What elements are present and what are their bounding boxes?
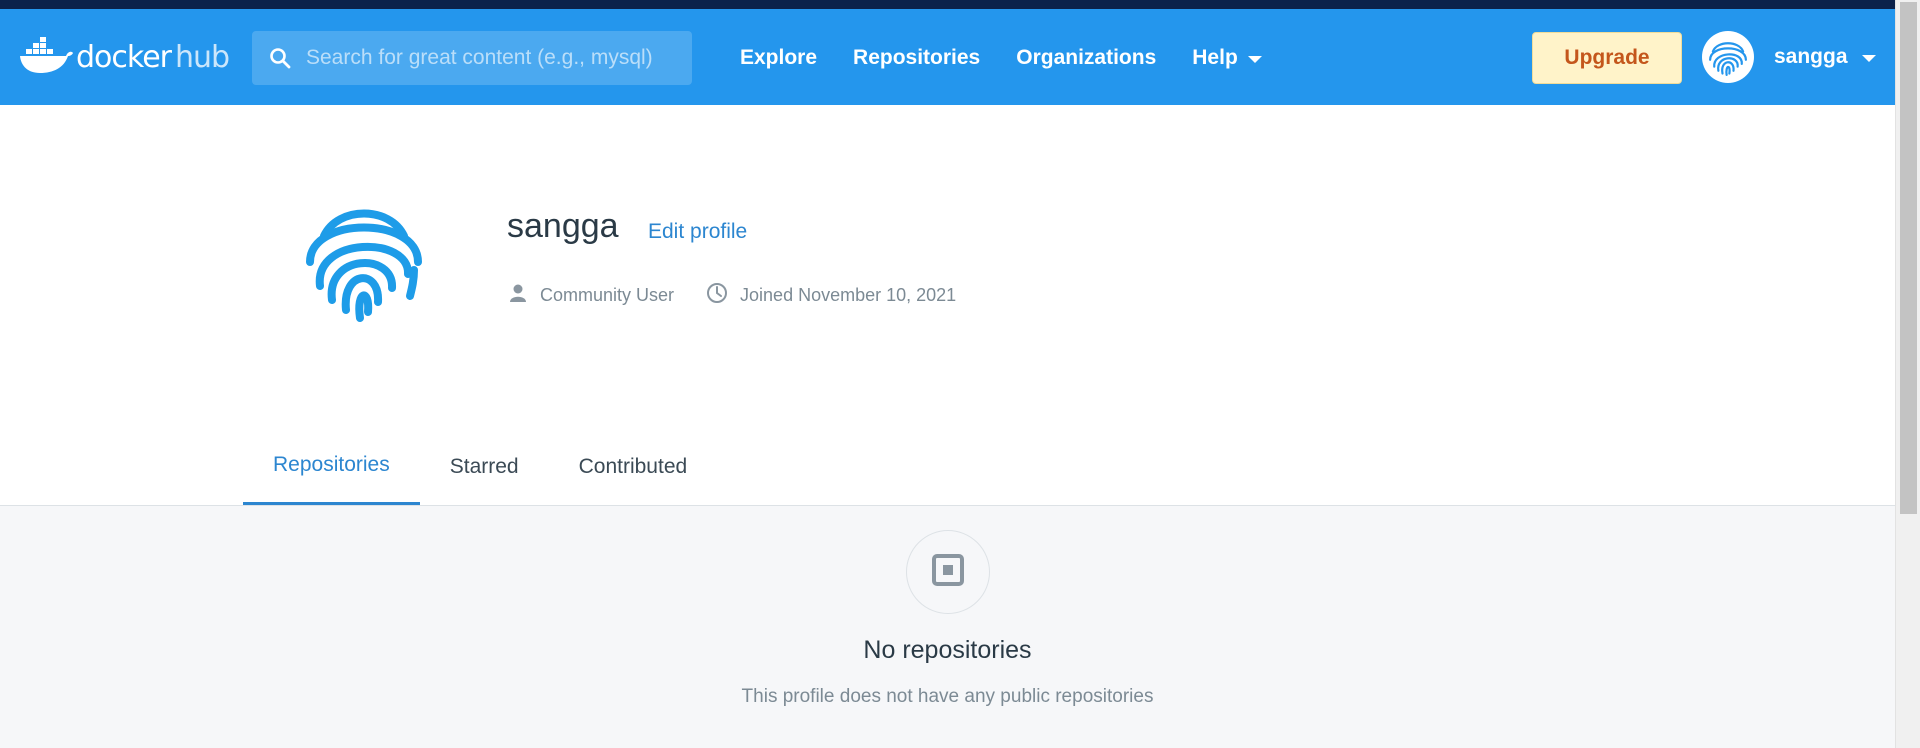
tab-repositories[interactable]: Repositories xyxy=(243,428,420,505)
edit-profile-link[interactable]: Edit profile xyxy=(648,220,747,244)
empty-state-icon-wrap xyxy=(906,530,990,614)
clock-icon xyxy=(706,282,740,309)
tab-starred[interactable]: Starred xyxy=(420,428,549,505)
nav-help[interactable]: Help xyxy=(1192,46,1262,70)
tab-contributed[interactable]: Contributed xyxy=(549,428,718,505)
user-type-label: Community User xyxy=(540,285,675,305)
docker-whale-icon xyxy=(18,35,74,80)
scrollbar-thumb[interactable] xyxy=(1900,2,1917,514)
user-type: Community User xyxy=(508,283,674,308)
nav-organizations[interactable]: Organizations xyxy=(1016,46,1156,70)
repository-box-icon xyxy=(931,553,965,592)
docker-hub-logo[interactable]: docker hub xyxy=(18,35,230,80)
fingerprint-icon xyxy=(298,209,430,332)
user-menu[interactable]: sangga xyxy=(1702,29,1876,85)
join-date: Joined November 10, 2021 xyxy=(706,282,956,309)
logo-text: docker hub xyxy=(76,39,230,75)
user-icon xyxy=(508,283,540,308)
top-navbar: dockerhub Explore Repositories Organizat… xyxy=(0,9,1895,105)
profile-name: sangga xyxy=(507,207,619,245)
profile-meta: Community User Joined November 10, 2021 xyxy=(508,282,988,309)
chevron-down-icon xyxy=(1247,55,1262,63)
empty-state-title: No repositories xyxy=(863,636,1032,664)
search-icon xyxy=(268,46,292,70)
username: sangga xyxy=(1774,45,1848,68)
fingerprint-icon xyxy=(1702,31,1754,83)
search-box[interactable] xyxy=(252,31,692,85)
chevron-down-icon xyxy=(1861,54,1876,62)
search-input[interactable] xyxy=(306,46,686,70)
vertical-scrollbar[interactable] xyxy=(1895,0,1920,748)
nav-explore[interactable]: Explore xyxy=(740,46,817,70)
upgrade-button[interactable]: Upgrade xyxy=(1532,32,1682,84)
main-nav: Explore Repositories Organizations Help xyxy=(740,31,1298,85)
profile-avatar xyxy=(298,196,430,328)
nav-help-label: Help xyxy=(1192,46,1238,69)
nav-repositories[interactable]: Repositories xyxy=(853,46,980,70)
join-date-label: Joined November 10, 2021 xyxy=(740,285,957,305)
empty-state-subtitle: This profile does not have any public re… xyxy=(741,686,1154,707)
profile-tabs: Repositories Starred Contributed xyxy=(243,428,717,505)
top-strip xyxy=(0,0,1895,9)
